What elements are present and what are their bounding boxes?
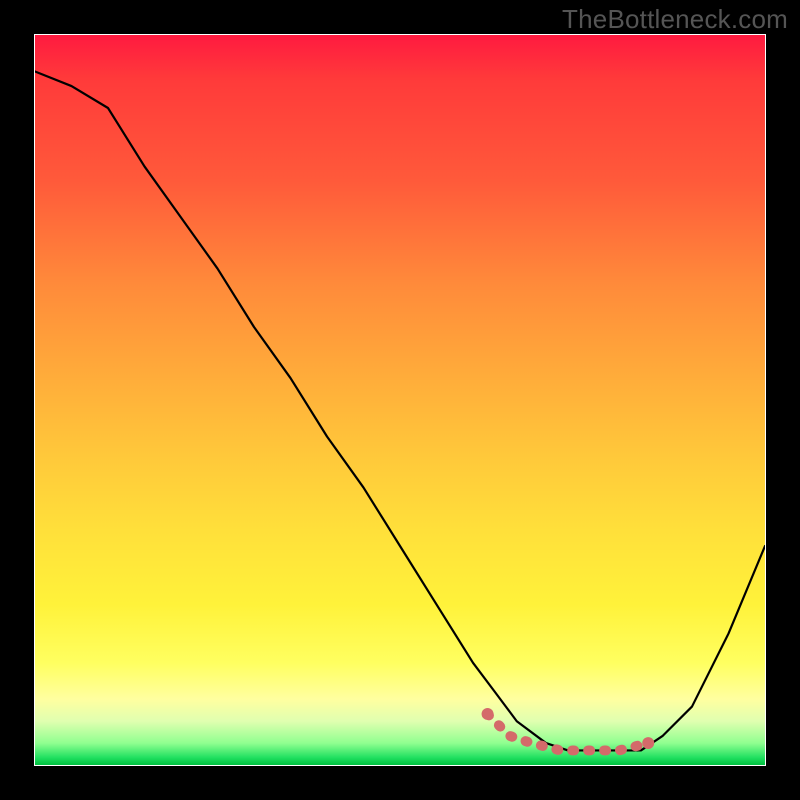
watermark-label: TheBottleneck.com [562,4,788,35]
plot-area [34,34,766,766]
bottleneck-curve [35,72,765,751]
chart-svg [35,35,765,765]
chart-canvas: TheBottleneck.com [0,0,800,800]
optimal-band-markers [482,708,655,750]
